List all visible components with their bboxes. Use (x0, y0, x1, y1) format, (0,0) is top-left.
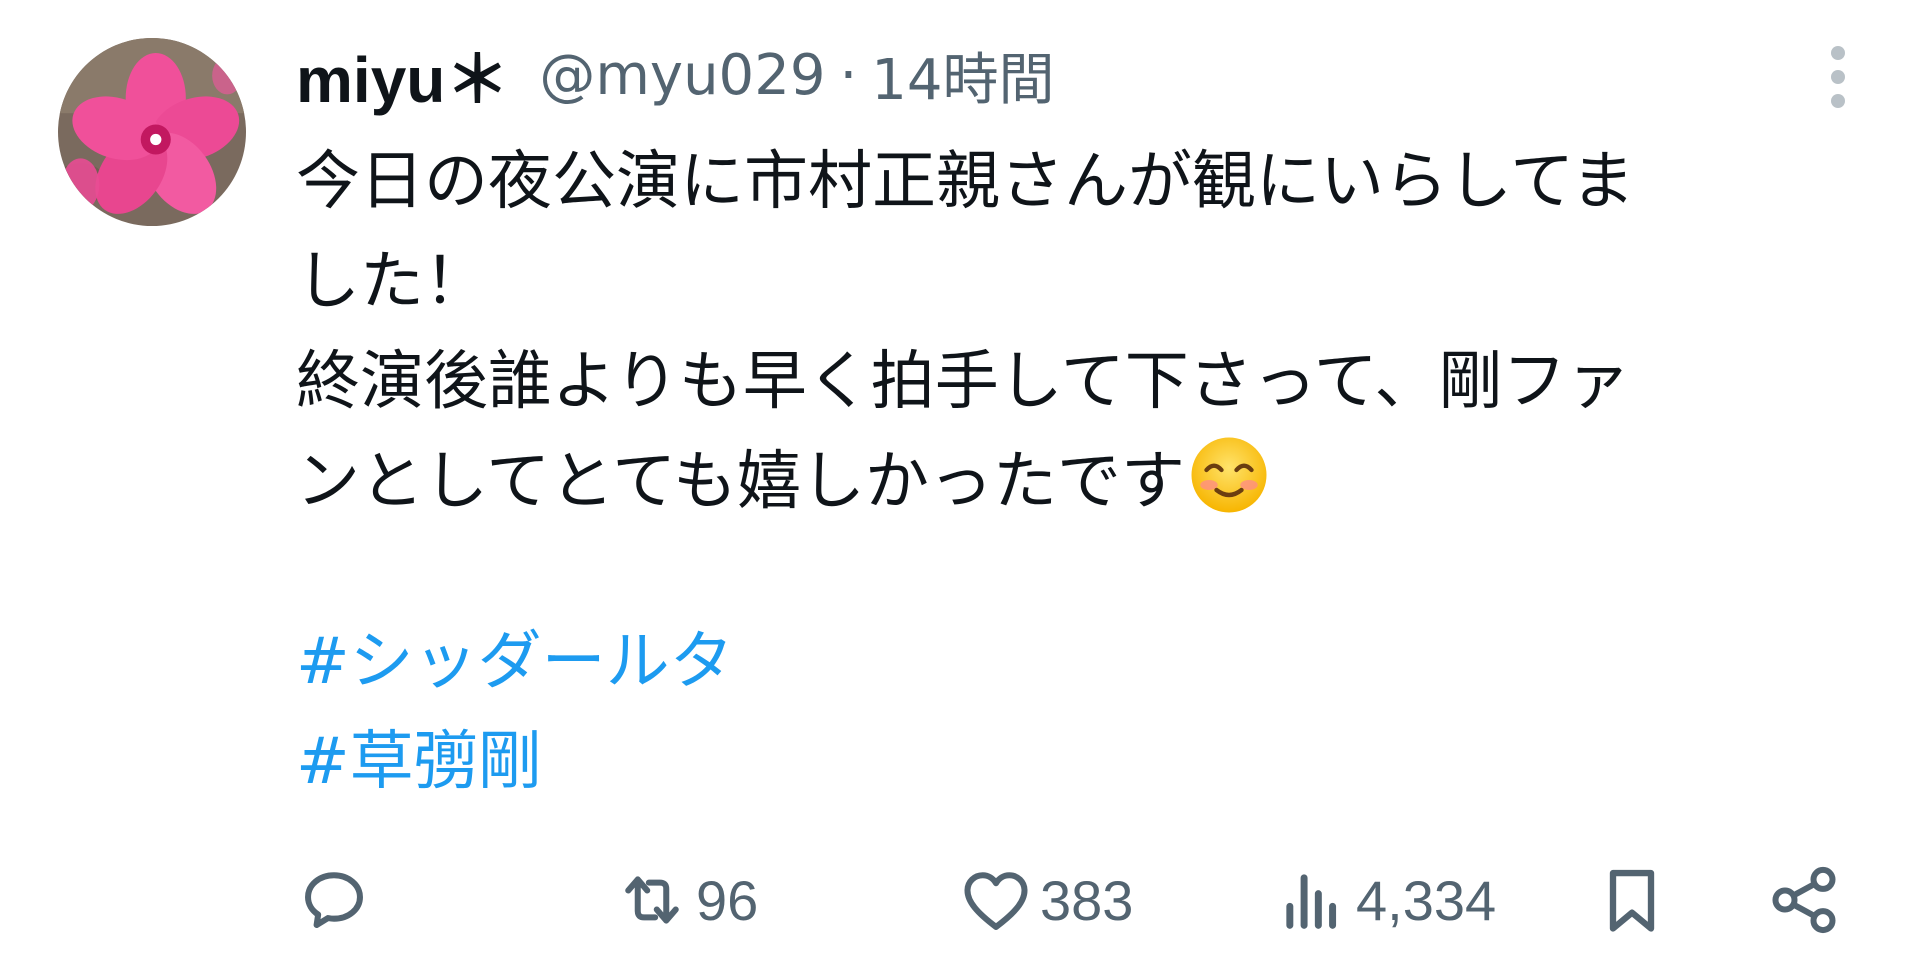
user-handle[interactable]: @myu029 (539, 43, 825, 108)
tweet-text: 今日の夜公演に市村正親さんが観にいらしてま した！ 終演後誰よりも早く拍手して下… (296, 132, 1876, 532)
reply-icon (305, 872, 363, 929)
views-count: 4,334 (1356, 868, 1497, 932)
timestamp[interactable]: 14時間 (871, 35, 1054, 116)
like-count: 383 (1040, 868, 1134, 932)
display-name[interactable]: miyu＊ (296, 29, 509, 121)
like-button[interactable]: 383 (958, 860, 1133, 940)
avatar-flower-image (58, 38, 246, 226)
more-options-icon[interactable] (1826, 46, 1850, 110)
share-icon (1772, 866, 1836, 934)
reply-button[interactable] (296, 860, 372, 940)
tweet-actions: 96 383 4,334 (296, 860, 1856, 940)
hashtag-list: #シッダールタ #草彅剛 (296, 612, 734, 812)
retweet-icon (625, 876, 679, 924)
heart-icon (964, 872, 1028, 930)
avatar[interactable] (58, 38, 246, 226)
separator-dot: · (839, 42, 858, 108)
tweet-text-line: ンとしてとても嬉しかったです (296, 432, 1876, 532)
views-button[interactable]: 4,334 (1274, 860, 1496, 940)
views-icon (1286, 874, 1337, 929)
hashtag-link[interactable]: #シッダールタ (296, 612, 734, 712)
share-button[interactable] (1766, 860, 1842, 940)
retweet-button[interactable]: 96 (614, 860, 758, 940)
smiling-face-emoji-icon (1189, 435, 1269, 515)
tweet-text-line: 終演後誰よりも早く拍手して下さって、剛ファ (296, 345, 1631, 419)
hashtag-link[interactable]: #草彅剛 (296, 712, 734, 812)
bookmark-button[interactable] (1594, 860, 1670, 940)
tweet-text-line: 今日の夜公演に市村正親さんが観にいらしてま (296, 145, 1635, 219)
retweet-count: 96 (696, 868, 759, 932)
tweet-header: miyu＊ @myu029 · 14時間 (296, 30, 1856, 120)
bookmark-icon (1609, 869, 1655, 932)
tweet-text-line: した！ (296, 245, 488, 319)
tweet-text-segment: ンとしてとても嬉しかったです (296, 445, 1185, 519)
